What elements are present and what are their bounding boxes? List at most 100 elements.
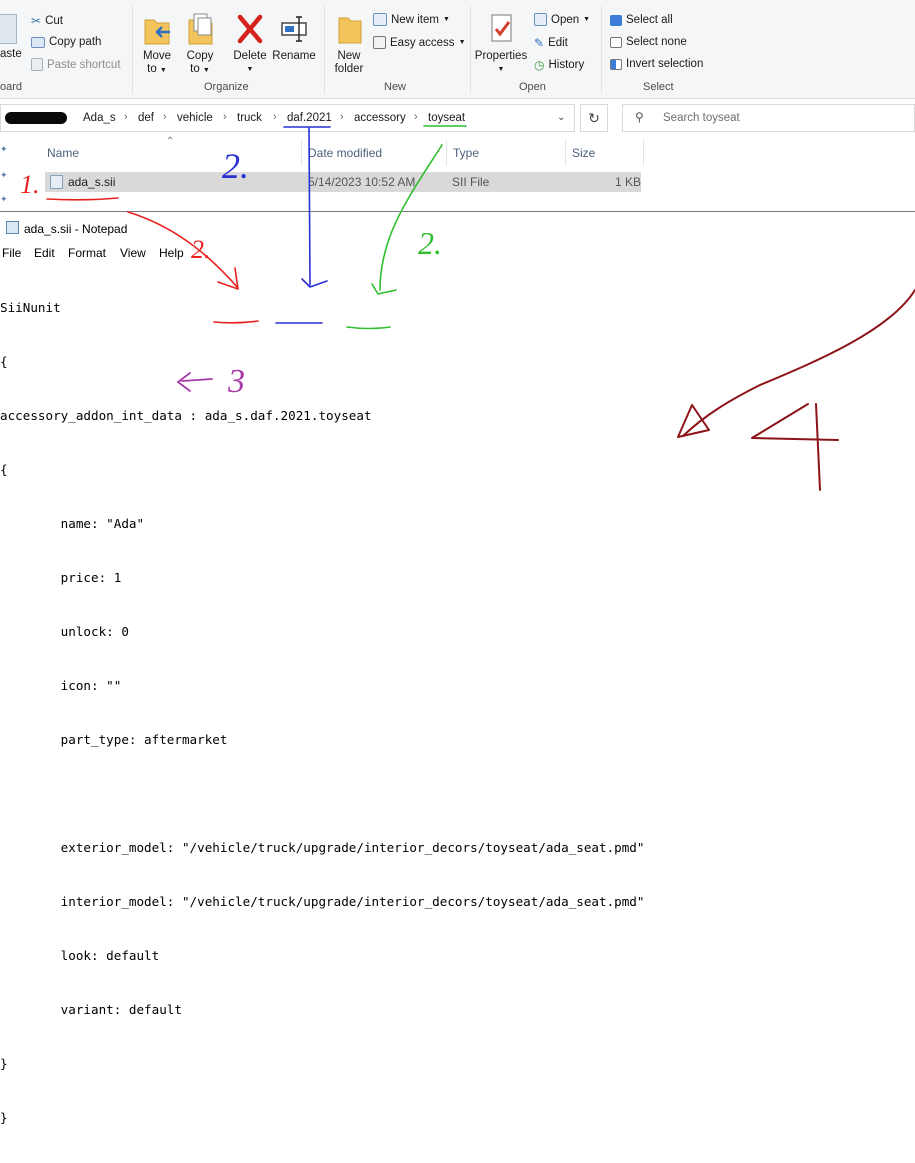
select-none-button[interactable]: Select none (610, 36, 687, 48)
refresh-icon: ↻ (588, 110, 600, 126)
select-all-button[interactable]: Select all (610, 14, 673, 26)
organize-group-label: Organize (204, 81, 249, 93)
move-to-label-1: Move (142, 50, 172, 62)
properties-button[interactable]: Properties ▼ (473, 12, 529, 76)
select-group-label: Select (643, 81, 674, 93)
paste-button[interactable]: aste (0, 48, 22, 61)
select-all-label: Select all (626, 14, 673, 26)
new-item-label: New item (391, 13, 439, 26)
address-bar[interactable]: Ada_s › def › vehicle › truck › daf.2021… (0, 104, 575, 132)
easy-access-button[interactable]: Easy access ▼ (373, 36, 466, 49)
delete-x-icon (237, 14, 263, 44)
file-type: SII File (452, 175, 490, 189)
chevron-right-icon: › (124, 111, 128, 123)
search-icon: ⚲ (635, 110, 644, 124)
copy-to-icon (188, 13, 213, 45)
invert-selection-icon (610, 58, 622, 70)
scissors-icon: ✂ (31, 14, 42, 28)
invert-selection-label: Invert selection (626, 58, 704, 70)
copy-to-button[interactable]: Copy to ▼ (181, 12, 219, 77)
breadcrumb-toyseat[interactable]: toyseat (428, 112, 465, 124)
menu-format[interactable]: Format (68, 246, 106, 260)
ribbon: aste ✂ Cut Copy path Paste shortcut oard… (0, 0, 915, 99)
code-line: name: "Ada" (0, 516, 145, 531)
chevron-right-icon: › (340, 111, 344, 123)
new-folder-button[interactable]: New folder (330, 12, 368, 76)
nav-pane-edge: ✦ ✦ ✦ (0, 140, 12, 210)
history-button[interactable]: ◷ History (534, 58, 584, 72)
copy-path-label: Copy path (49, 36, 102, 48)
pin-icon: ✦ (0, 170, 8, 180)
rename-button[interactable]: Rename (272, 12, 316, 63)
menu-file[interactable]: File (2, 246, 21, 260)
chevron-down-icon: ▼ (159, 67, 167, 74)
new-group-label: New (384, 81, 407, 93)
paste-shortcut-button[interactable]: Paste shortcut (31, 58, 121, 71)
breadcrumb-def[interactable]: def (138, 112, 154, 124)
new-folder-label-1: New (337, 50, 361, 62)
history-label: History (548, 59, 585, 71)
editor-text-area[interactable]: SiiNunit { accessory_addon_int_data : ad… (0, 263, 644, 1163)
select-all-icon (610, 14, 622, 26)
rename-label: Rename (272, 50, 316, 62)
code-line: { (0, 354, 8, 369)
pin-icon: ✦ (0, 194, 8, 204)
clipboard-group-label: oard (0, 81, 23, 93)
cut-label: Cut (45, 15, 63, 27)
file-row[interactable]: ada_s.sii 5/14/2023 10:52 AM SII File 1 … (45, 172, 641, 192)
move-to-button[interactable]: Move to ▼ (138, 12, 176, 77)
breadcrumb-daf-2021[interactable]: daf.2021 (287, 112, 332, 124)
new-folder-icon (338, 17, 362, 44)
column-separator (565, 140, 566, 166)
code-line: } (0, 1110, 8, 1125)
delete-button[interactable]: Delete ▼ (229, 12, 271, 76)
column-separator (643, 140, 644, 166)
menu-view[interactable]: View (120, 246, 146, 260)
edit-label: Edit (548, 37, 568, 49)
breadcrumb-accessory[interactable]: accessory (354, 112, 406, 124)
pin-icon: ✦ (0, 144, 8, 154)
file-size: 1 KB (615, 175, 642, 189)
notepad-title-bar: ada_s.sii - Notepad (0, 212, 915, 242)
red-underline-file (46, 197, 119, 201)
new-folder-label-2: folder (334, 63, 364, 75)
menu-edit[interactable]: Edit (34, 246, 55, 260)
code-line: variant: default (0, 1002, 182, 1017)
breadcrumb-ada-s[interactable]: Ada_s (83, 112, 116, 124)
easy-access-icon (373, 36, 386, 49)
ribbon-separator (601, 6, 602, 94)
rename-icon (281, 16, 307, 42)
column-header-type[interactable]: Type (453, 146, 479, 160)
new-item-button[interactable]: New item ▼ (373, 13, 450, 26)
code-line: icon: "" (0, 678, 122, 693)
breadcrumb-vehicle[interactable]: vehicle (177, 112, 213, 124)
paste-shortcut-icon (31, 58, 43, 71)
open-group-label: Open (519, 81, 546, 93)
search-box[interactable]: ⚲ Search toyseat (622, 104, 915, 132)
annotation-label-1: 1. (20, 170, 40, 199)
file-name: ada_s.sii (68, 175, 116, 189)
column-header-size[interactable]: Size (572, 146, 595, 160)
notepad-icon (6, 221, 19, 234)
breadcrumb-truck[interactable]: truck (237, 112, 262, 124)
copy-path-button[interactable]: Copy path (31, 36, 101, 48)
notepad-title: ada_s.sii - Notepad (24, 222, 128, 236)
open-button[interactable]: Open ▼ (534, 13, 590, 26)
refresh-button[interactable]: ↻ (580, 104, 608, 132)
new-item-icon (373, 13, 387, 26)
cut-button[interactable]: ✂ Cut (31, 14, 63, 28)
address-history-chevron-icon[interactable]: ⌄ (557, 112, 565, 123)
paste-label: aste (0, 48, 22, 60)
paste-shortcut-label: Paste shortcut (47, 58, 121, 71)
ribbon-separator (470, 6, 471, 94)
select-none-label: Select none (626, 36, 687, 48)
open-icon (534, 13, 547, 26)
menu-help[interactable]: Help (159, 246, 184, 260)
edit-button[interactable]: ✎ Edit (534, 36, 568, 50)
column-header-date-modified[interactable]: Date modified (308, 146, 382, 160)
chevron-down-icon: ▼ (497, 66, 505, 73)
invert-selection-button[interactable]: Invert selection (610, 58, 703, 70)
code-line: { (0, 462, 8, 477)
column-header-name[interactable]: Name (47, 146, 79, 160)
